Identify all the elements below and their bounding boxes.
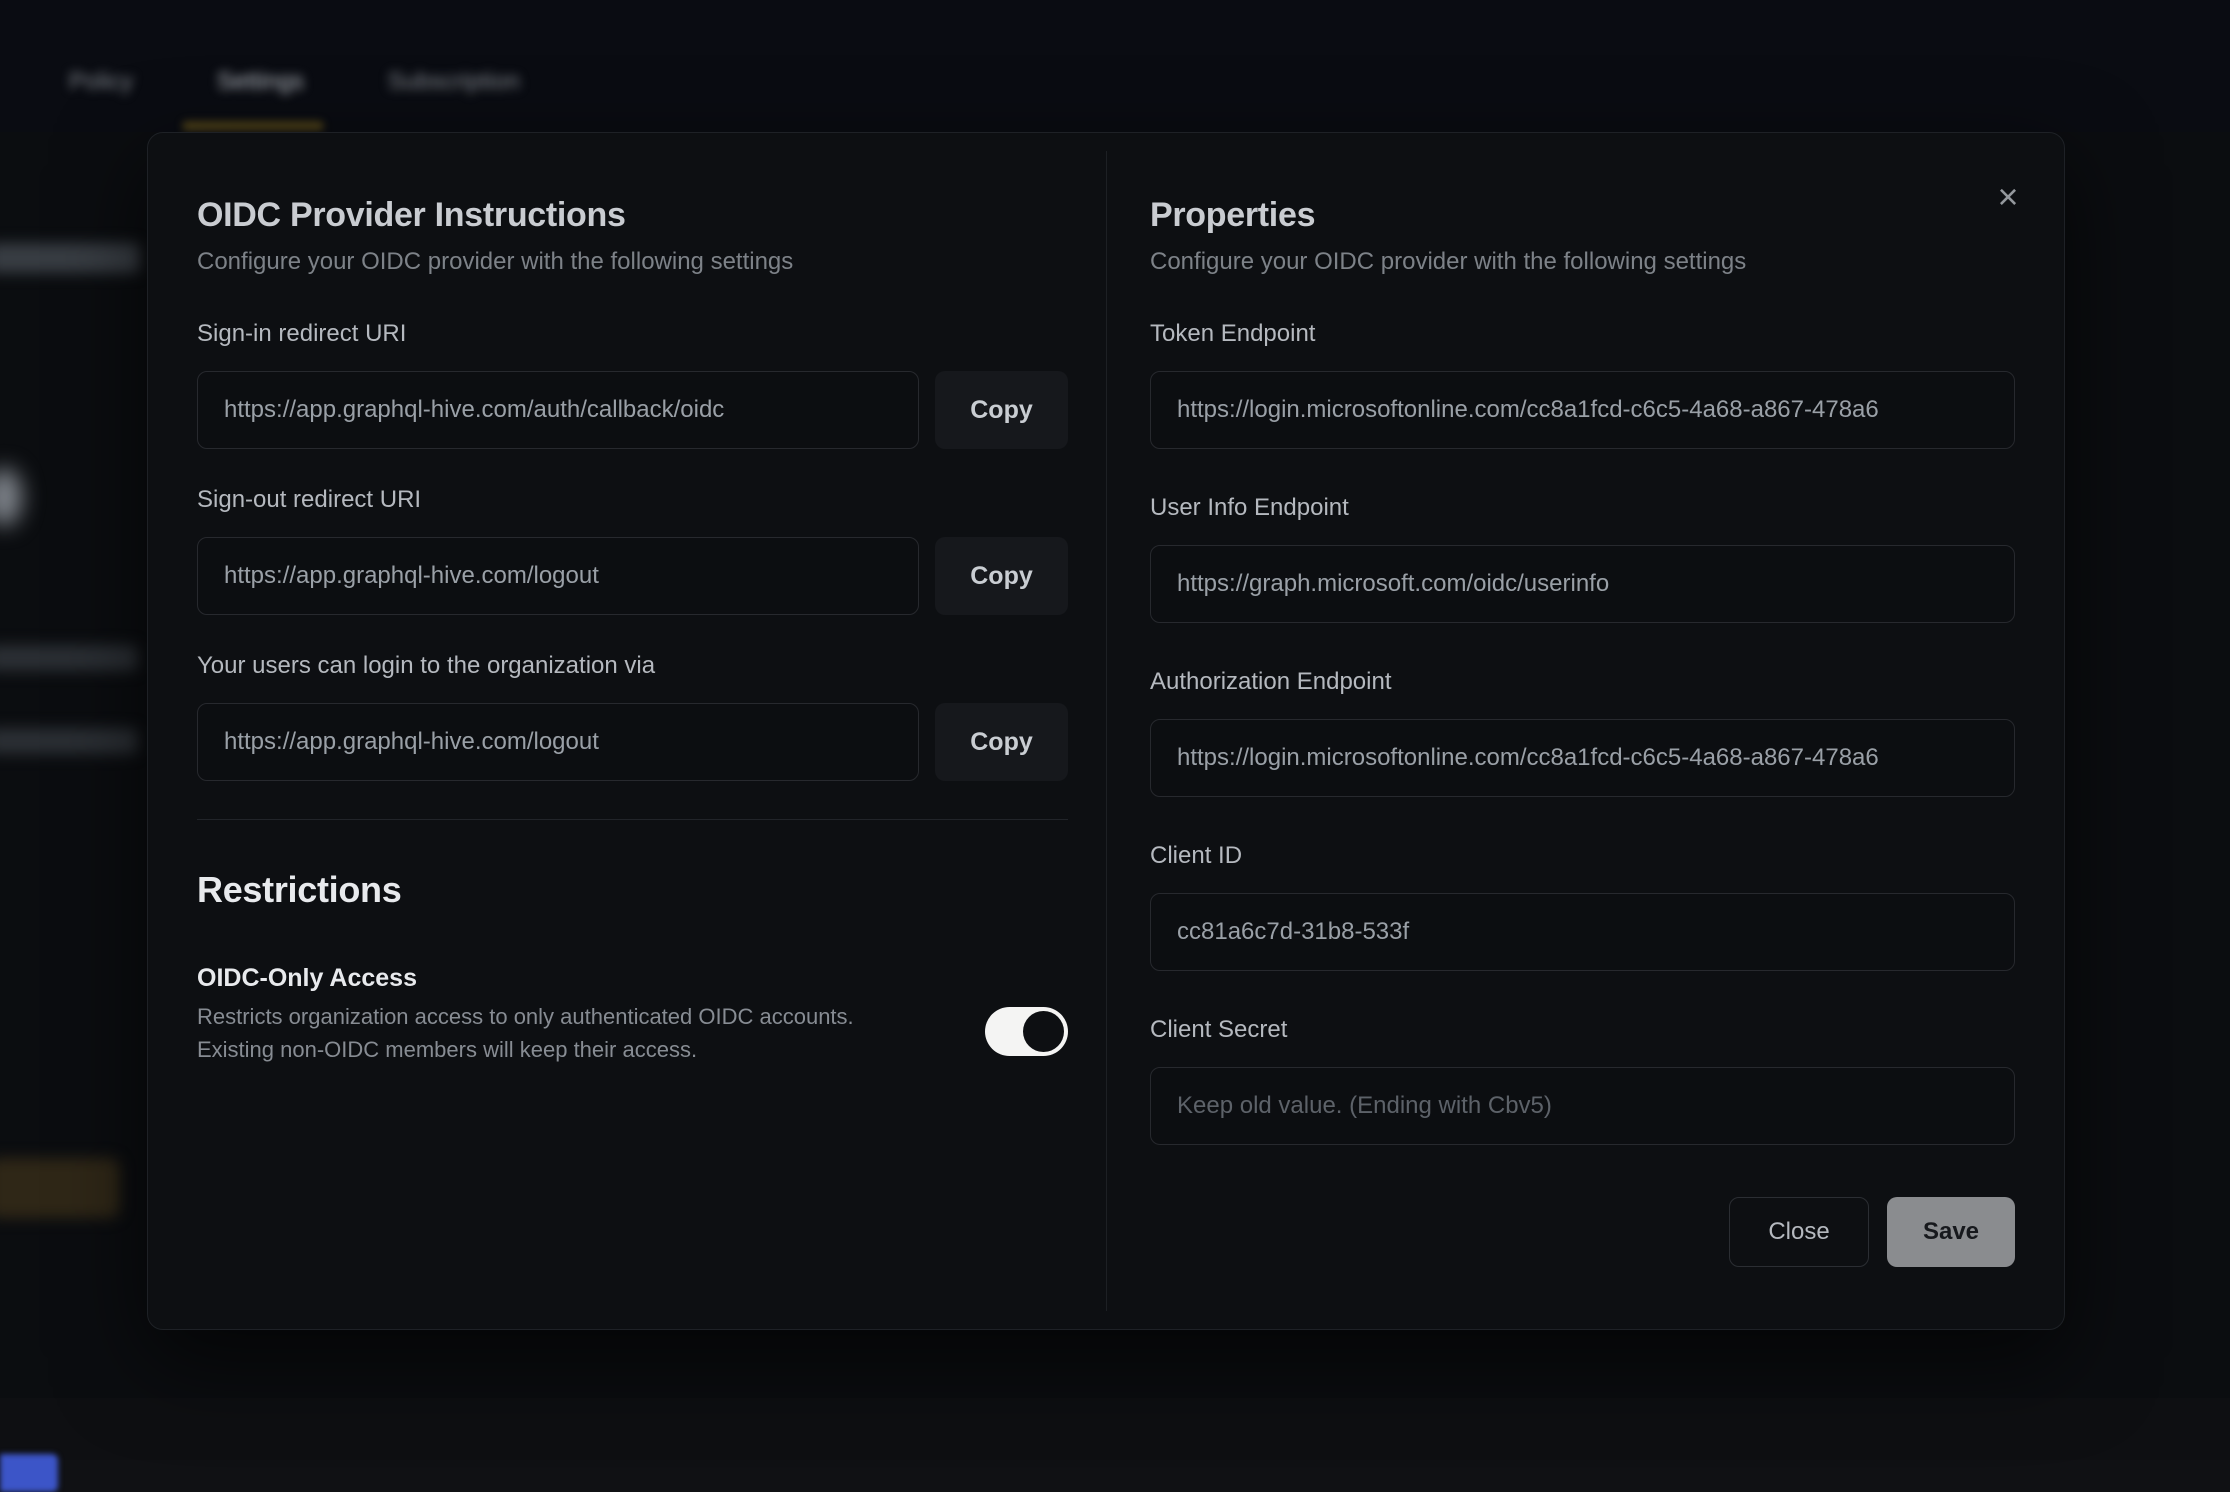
background-tab-bar: Policy Settings Subscription	[55, 68, 534, 96]
description-line-1: Restricts organization access to only au…	[197, 1000, 937, 1033]
modal-actions: Close Save	[1150, 1197, 2015, 1267]
oidc-only-access-row: Restricts organization access to only au…	[197, 994, 1068, 1066]
right-panel-title: Properties	[1150, 193, 2015, 237]
client-id-input[interactable]	[1150, 893, 2015, 971]
tab-subscription[interactable]: Subscription	[374, 68, 534, 96]
left-panel-title: OIDC Provider Instructions	[197, 193, 1068, 237]
sign-out-redirect-input[interactable]	[197, 537, 919, 615]
sign-in-redirect-input[interactable]	[197, 371, 919, 449]
user-info-endpoint-field: User Info Endpoint	[1150, 493, 2015, 623]
copy-login-via-button[interactable]: Copy	[935, 703, 1068, 781]
left-panel-subtitle: Configure your OIDC provider with the fo…	[197, 247, 1068, 277]
token-endpoint-field: Token Endpoint	[1150, 319, 2015, 449]
client-secret-input[interactable]	[1150, 1067, 2015, 1145]
close-button[interactable]: Close	[1729, 1197, 1869, 1267]
user-info-endpoint-label: User Info Endpoint	[1150, 493, 2015, 523]
authorization-endpoint-field: Authorization Endpoint	[1150, 667, 2015, 797]
authorization-endpoint-input[interactable]	[1150, 719, 2015, 797]
oidc-settings-modal: × OIDC Provider Instructions Configure y…	[147, 132, 2065, 1330]
restrictions-heading: Restrictions	[197, 866, 1068, 914]
right-panel-subtitle: Configure your OIDC provider with the fo…	[1150, 247, 2015, 277]
page-lower-band	[0, 1398, 2230, 1460]
page-header-band	[0, 0, 2230, 132]
login-via-field: Your users can login to the organization…	[197, 651, 1068, 781]
client-secret-field: Client Secret	[1150, 1015, 2015, 1145]
sign-in-redirect-field: Sign-in redirect URI Copy	[197, 319, 1068, 449]
sign-out-redirect-label: Sign-out redirect URI	[197, 485, 1068, 515]
copy-sign-in-button[interactable]: Copy	[935, 371, 1068, 449]
blurred-background-blob	[0, 468, 22, 526]
tab-settings[interactable]: Settings	[203, 68, 318, 96]
blurred-blue-badge	[0, 1454, 58, 1492]
login-via-label: Your users can login to the organization…	[197, 651, 1068, 681]
client-secret-label: Client Secret	[1150, 1015, 2015, 1045]
blurred-background-button	[0, 1158, 120, 1218]
login-via-input[interactable]	[197, 703, 919, 781]
properties-panel: Properties Configure your OIDC provider …	[1106, 133, 2064, 1329]
client-id-label: Client ID	[1150, 841, 2015, 871]
toggle-knob	[1023, 1011, 1064, 1052]
copy-sign-out-button[interactable]: Copy	[935, 537, 1068, 615]
authorization-endpoint-label: Authorization Endpoint	[1150, 667, 2015, 697]
oidc-only-access-description: Restricts organization access to only au…	[197, 1000, 937, 1066]
token-endpoint-label: Token Endpoint	[1150, 319, 2015, 349]
restrictions-divider	[197, 819, 1068, 820]
page-bottom-band	[0, 1460, 2230, 1492]
description-line-2: Existing non-OIDC members will keep thei…	[197, 1033, 937, 1066]
client-id-field: Client ID	[1150, 841, 2015, 971]
blurred-background-text	[0, 728, 138, 754]
active-tab-underline	[182, 121, 324, 131]
user-info-endpoint-input[interactable]	[1150, 545, 2015, 623]
blurred-background-text	[0, 645, 138, 671]
save-button[interactable]: Save	[1887, 1197, 2015, 1267]
oidc-only-toggle[interactable]	[985, 1007, 1068, 1056]
token-endpoint-input[interactable]	[1150, 371, 2015, 449]
oidc-instructions-panel: OIDC Provider Instructions Configure you…	[148, 133, 1106, 1329]
tab-policy[interactable]: Policy	[55, 68, 147, 96]
blurred-background-text	[0, 243, 140, 273]
sign-in-redirect-label: Sign-in redirect URI	[197, 319, 1068, 349]
sign-out-redirect-field: Sign-out redirect URI Copy	[197, 485, 1068, 615]
oidc-only-access-label: OIDC-Only Access	[197, 962, 1068, 994]
